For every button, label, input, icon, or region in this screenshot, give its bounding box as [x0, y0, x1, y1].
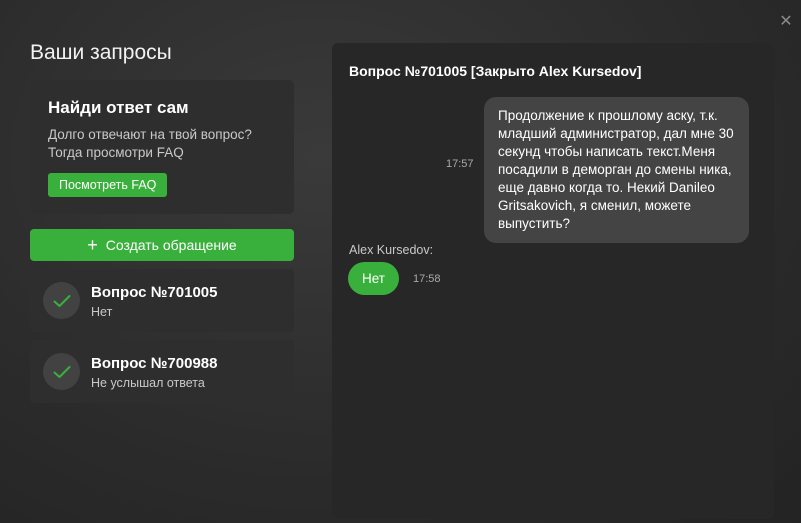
message-time: 17:58 [413, 273, 441, 285]
ticket-item-700988[interactable]: Вопрос №700988 Не услышал ответа [30, 340, 294, 403]
ticket-item-701005[interactable]: Вопрос №701005 Нет [30, 269, 294, 332]
check-icon [43, 353, 80, 390]
outgoing-message: Продолжение к прошлому аску, т.к. младши… [484, 97, 749, 243]
faq-text-line-2: Тогда просмотри FAQ [48, 145, 184, 160]
ticket-subtitle: Нет [91, 305, 113, 319]
ticket-subtitle: Не услышал ответа [91, 376, 205, 390]
message-author: Alex Kursedov: [349, 243, 434, 257]
plus-icon: + [87, 235, 98, 255]
incoming-message: Нет [348, 262, 399, 295]
faq-title: Найди ответ сам [48, 98, 189, 117]
close-icon[interactable]: ✕ [776, 12, 796, 32]
faq-text-line-1: Долго отвечают на твой вопрос? [48, 127, 252, 142]
ticket-title: Вопрос №700988 [91, 355, 218, 372]
faq-text: Долго отвечают на твой вопрос? Тогда про… [48, 126, 276, 162]
faq-card: Найди ответ сам Долго отвечают на твой в… [30, 80, 294, 214]
chat-panel: Вопрос №701005 [Закрыто Alex Kursedov] 1… [332, 43, 774, 519]
message-time: 17:57 [446, 158, 474, 170]
check-icon [43, 282, 80, 319]
create-request-button[interactable]: + Создать обращение [30, 229, 294, 261]
create-request-label: Создать обращение [105, 237, 237, 253]
chat-title: Вопрос №701005 [Закрыто Alex Kursedov] [349, 63, 642, 79]
ticket-title: Вопрос №701005 [91, 284, 218, 301]
page-title: Ваши запросы [30, 41, 172, 64]
view-faq-button[interactable]: Посмотреть FAQ [48, 173, 168, 197]
